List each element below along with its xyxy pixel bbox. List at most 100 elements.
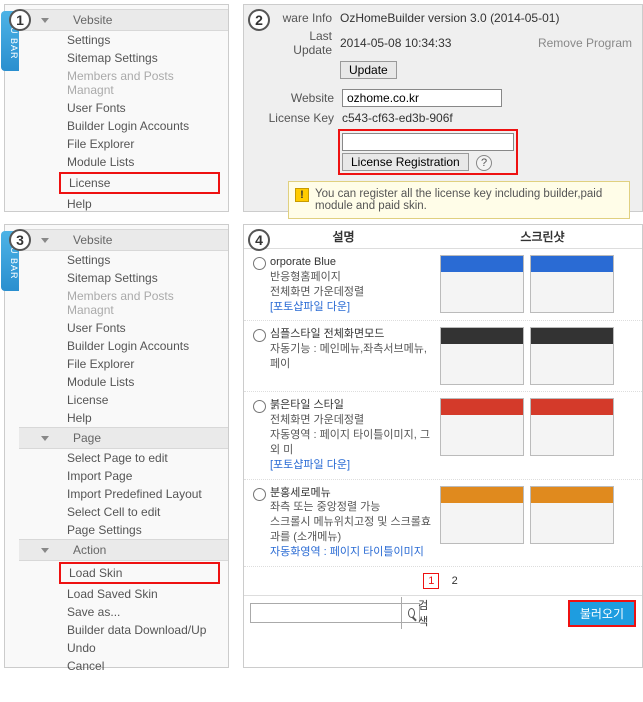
skin-radio[interactable] xyxy=(253,257,266,270)
menu-item[interactable]: Members and Posts Managnt xyxy=(19,287,228,319)
menu-item[interactable]: Settings xyxy=(19,31,228,49)
license-key-value: c543-cf63-ed3b-906f xyxy=(342,111,453,125)
search-input[interactable] xyxy=(251,604,401,622)
search-icon xyxy=(408,608,415,618)
skin-row: 붉은타일 스타일전체화면 가운데정렬자동영역 : 페이지 타이틀이미지, 그외 … xyxy=(244,392,642,479)
skin-title: 심플스타일 전체화면모드 xyxy=(270,327,440,342)
skin-thumbnail[interactable] xyxy=(440,398,524,456)
menu-item[interactable]: License xyxy=(19,391,228,409)
step-badge-1: 1 xyxy=(9,9,31,31)
skin-thumbnail[interactable] xyxy=(530,255,614,313)
skin-row: 심플스타일 전체화면모드자동기능 : 메인메뉴,좌측서브메뉴, 페이 xyxy=(244,321,642,392)
menu-item[interactable]: Module Lists xyxy=(19,153,228,171)
menu-item[interactable]: User Fonts xyxy=(19,99,228,117)
menu-item[interactable]: Import Predefined Layout xyxy=(19,485,228,503)
help-icon[interactable]: ? xyxy=(476,155,492,171)
menu-item[interactable]: Builder Login Accounts xyxy=(19,117,228,135)
skin-radio[interactable] xyxy=(253,488,266,501)
skin-desc: 전체화면 가운데정렬 xyxy=(270,285,440,300)
col-description: 설명 xyxy=(244,225,443,248)
last-update-label: Last Update xyxy=(276,29,332,57)
panel-4-skin-browser: 4 설명 스크린샷 orporate Blue반응형홈페이지전체화면 가운데정렬… xyxy=(243,224,643,668)
skin-download-link[interactable]: [포토샵파일 다운] xyxy=(270,300,440,315)
page-2[interactable]: 2 xyxy=(447,573,463,589)
load-button[interactable]: 불러오기 xyxy=(568,600,636,627)
skin-title: orporate Blue xyxy=(270,255,440,270)
menu-item[interactable]: Select Page to edit xyxy=(19,449,228,467)
skin-row: orporate Blue반응형홈페이지전체화면 가운데정렬[포토샵파일 다운] xyxy=(244,249,642,321)
warning-text: You can register all the license key inc… xyxy=(315,188,602,212)
skin-download-link[interactable]: 자동화영역 : 페이지 타이틀이미지 xyxy=(270,545,440,560)
website-input[interactable] xyxy=(342,89,502,107)
menu-item[interactable]: File Explorer xyxy=(19,355,228,373)
panel-3-sidebar: 3 U BAR Vebsite Settings Sitemap Setting… xyxy=(4,224,229,668)
panel-1-sidebar: 1 U BAR Vebsite Settings Sitemap Setting… xyxy=(4,4,229,212)
software-info-label: ware Info xyxy=(276,11,332,25)
software-info-value: OzHomeBuilder version 3.0 (2014-05-01) xyxy=(340,11,559,25)
menu-item[interactable]: File Explorer xyxy=(19,135,228,153)
skin-radio[interactable] xyxy=(253,329,266,342)
menu-item-license[interactable]: License xyxy=(59,172,220,194)
skin-desc: 반응형홈페이지 xyxy=(270,270,440,285)
search-button[interactable]: 검색 xyxy=(401,597,437,629)
warning-icon: ! xyxy=(295,188,309,202)
menu-item[interactable]: Page Settings xyxy=(19,521,228,539)
skin-radio[interactable] xyxy=(253,400,266,413)
menu-item-load-skin[interactable]: Load Skin xyxy=(59,562,220,584)
page-1[interactable]: 1 xyxy=(423,573,439,589)
skin-download-link[interactable]: [포토샵파일 다운] xyxy=(270,458,440,473)
menu-section-label: Vebsite xyxy=(73,13,112,27)
menu-item[interactable]: Builder Login Accounts xyxy=(19,337,228,355)
menu-section-website[interactable]: Vebsite xyxy=(19,229,228,251)
skin-row: 분홍세로메뉴좌측 또는 중앙정렬 가능스크롤시 메뉴위치고정 및 스크롤효과를 … xyxy=(244,480,642,567)
step-badge-4: 4 xyxy=(248,229,270,251)
step-badge-3: 3 xyxy=(9,229,31,251)
remove-program-link[interactable]: Remove Program xyxy=(538,36,632,50)
skin-desc: 스크롤시 메뉴위치고정 및 스크롤효과를 (소개메뉴) xyxy=(270,515,440,545)
skin-thumbnail[interactable] xyxy=(440,486,524,544)
menu-item[interactable]: Import Page xyxy=(19,467,228,485)
menu-section-website[interactable]: Vebsite xyxy=(19,9,228,31)
menu-item[interactable]: Undo xyxy=(19,639,228,657)
skin-thumbnail[interactable] xyxy=(530,327,614,385)
update-button[interactable]: Update xyxy=(340,61,397,79)
skin-thumbnail[interactable] xyxy=(530,398,614,456)
skin-thumbnail[interactable] xyxy=(440,255,524,313)
skin-desc: 전체화면 가운데정렬 xyxy=(270,413,440,428)
license-warning: ! You can register all the license key i… xyxy=(288,181,630,219)
license-registration-button[interactable]: License Registration xyxy=(342,153,469,171)
menu-item[interactable]: Select Cell to edit xyxy=(19,503,228,521)
menu-item[interactable]: User Fonts xyxy=(19,319,228,337)
license-key-label: License Key xyxy=(254,111,334,125)
menu-item[interactable]: Module Lists xyxy=(19,373,228,391)
menu-item[interactable]: Sitemap Settings xyxy=(19,49,228,67)
skin-thumbnail[interactable] xyxy=(530,486,614,544)
col-screenshot: 스크린샷 xyxy=(443,225,642,248)
website-label: Website xyxy=(254,91,334,105)
menu-item[interactable]: Load Saved Skin xyxy=(19,585,228,603)
license-key-input[interactable] xyxy=(342,133,514,151)
skin-desc: 자동영역 : 페이지 타이틀이미지, 그외 미 xyxy=(270,428,440,458)
skin-desc: 좌측 또는 중앙정렬 가능 xyxy=(270,500,440,515)
menu-section-page[interactable]: Page xyxy=(19,427,228,449)
skin-table-header: 설명 스크린샷 xyxy=(244,225,642,249)
skin-desc: 자동기능 : 메인메뉴,좌측서브메뉴, 페이 xyxy=(270,342,440,372)
menu-section-action[interactable]: Action xyxy=(19,539,228,561)
chevron-down-icon xyxy=(41,436,49,441)
step-badge-2: 2 xyxy=(248,9,270,31)
menu-item[interactable]: Sitemap Settings xyxy=(19,269,228,287)
search-box: 검색 xyxy=(250,603,420,623)
chevron-down-icon xyxy=(41,18,49,23)
menu-item[interactable]: Save as... xyxy=(19,603,228,621)
menu-item[interactable]: Help xyxy=(19,195,228,213)
menu-item[interactable]: Settings xyxy=(19,251,228,269)
skin-thumbnail[interactable] xyxy=(440,327,524,385)
last-update-value: 2014-05-08 10:34:33 xyxy=(340,36,451,50)
menu-item[interactable]: Help xyxy=(19,409,228,427)
skin-title: 분홍세로메뉴 xyxy=(270,486,440,501)
chevron-down-icon xyxy=(41,548,49,553)
menu-item[interactable]: Builder data Download/Up xyxy=(19,621,228,639)
menu-item[interactable]: Cancel xyxy=(19,657,228,675)
menu-item[interactable]: Members and Posts Managnt xyxy=(19,67,228,99)
chevron-down-icon xyxy=(41,238,49,243)
